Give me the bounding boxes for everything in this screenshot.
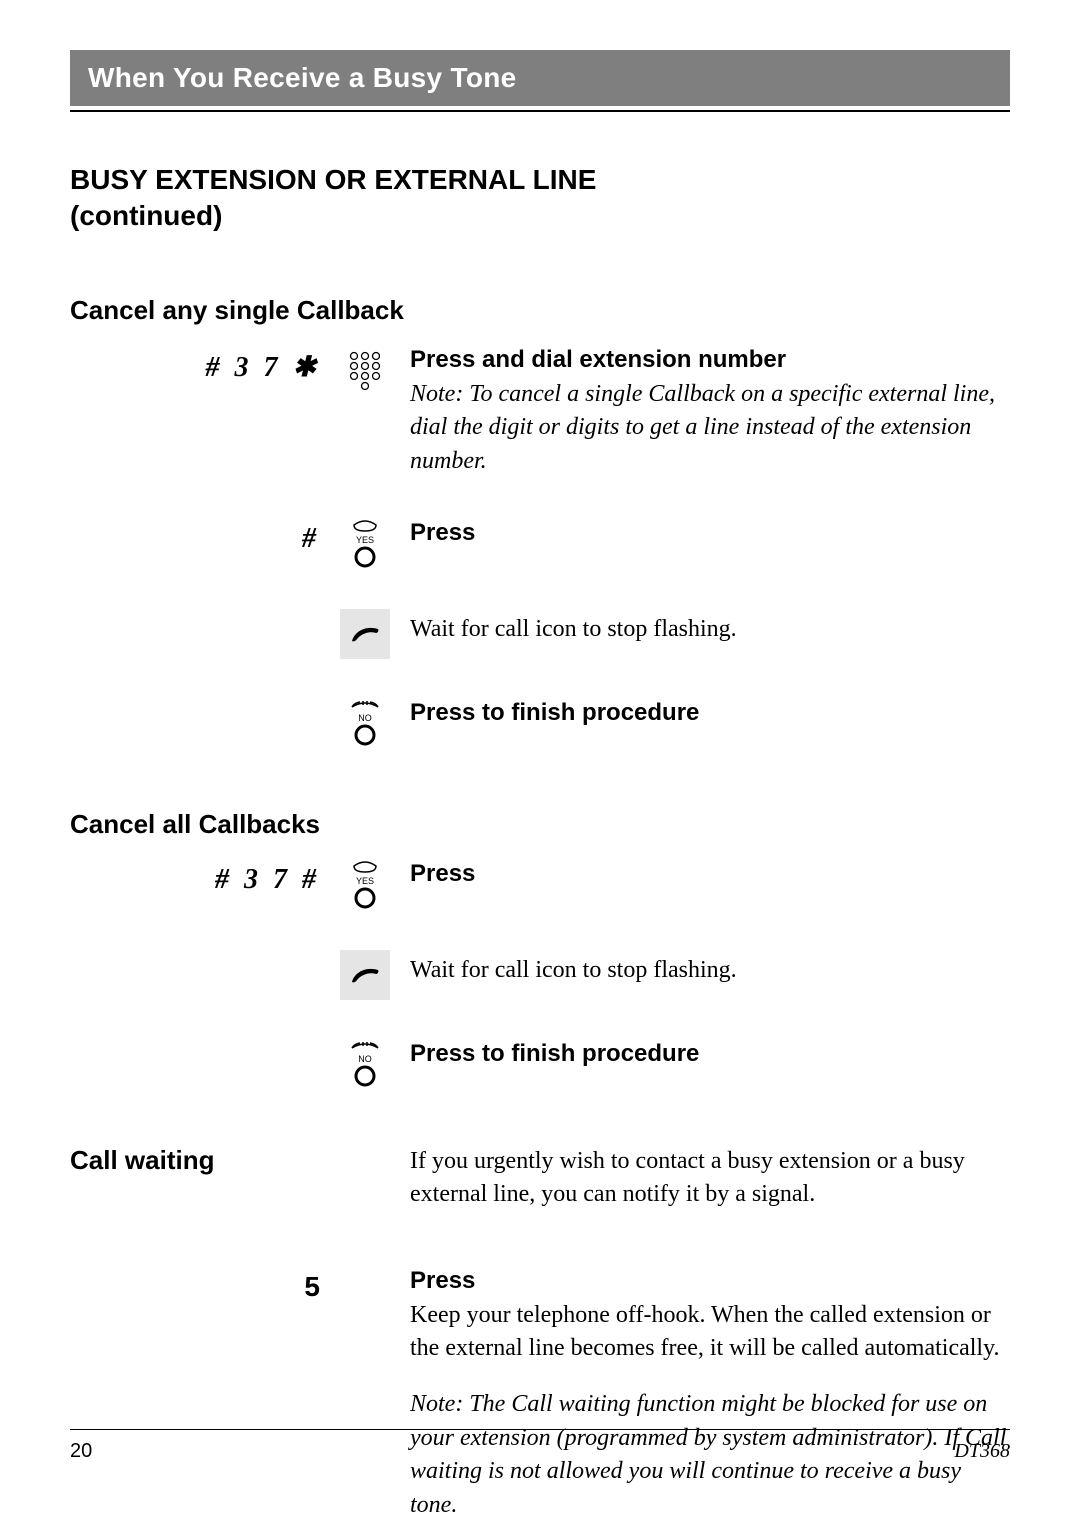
no-button-icon: NO [348,699,382,749]
page-number: 20 [70,1440,92,1463]
instruction-title: Press to finish procedure [410,699,1010,727]
right-col: Press Keep your telephone off-hook. When… [395,1267,1010,1523]
left-col: # [70,519,335,555]
instruction-title: Press [410,519,1010,547]
yes-label: YES [356,876,374,886]
right-col: If you urgently wish to contact a busy e… [395,1145,1010,1212]
call-waiting-row-1: 5 Press Keep your telephone off-hook. Wh… [70,1267,1010,1523]
cancel-single-heading: Cancel any single Callback [70,295,1010,326]
banner-title: When You Receive a Busy Tone [88,62,517,93]
icon-col: YES [335,519,395,569]
section-title-continued: (continued) [70,200,222,231]
right-col: Press to finish procedure [395,1040,1010,1068]
left-col: 5 [70,1267,335,1303]
instruction-body: Wait for call icon to stop flashing. [410,954,1010,988]
icon-col [335,609,395,659]
instruction-body: Wait for call icon to stop flashing. [410,613,1010,647]
keypad-icon [348,350,382,392]
cancel-all-heading: Cancel all Callbacks [70,809,1010,840]
section-title-main: BUSY EXTENSION OR EXTERNAL LINE [70,164,596,195]
cancel-all-row-1: # 3 7 # YES Press [70,860,1010,910]
left-col: # 3 7 # [70,860,335,896]
no-button-icon: NO [348,1040,382,1090]
icon-col [335,1145,395,1195]
section-title: BUSY EXTENSION OR EXTERNAL LINE (continu… [70,162,1010,235]
yes-label: YES [356,535,374,545]
no-label: NO [358,713,372,723]
cancel-all-row-2: Wait for call icon to stop flashing. [70,950,1010,1000]
right-col: Press [395,860,1010,888]
icon-col: YES [335,860,395,910]
icon-col [335,950,395,1000]
cancel-single-row-3: Wait for call icon to stop flashing. [70,609,1010,659]
call-waiting-heading: Call waiting [70,1145,335,1176]
left-col: # 3 7 ✱ [70,346,335,384]
cancel-single-row-4: NO Press to finish procedure [70,699,1010,749]
instruction-title: Press to finish procedure [410,1040,1010,1068]
handset-icon-bg [340,950,390,1000]
instruction-body: Keep your telephone off-hook. When the c… [410,1299,1010,1366]
keycode: # 3 7 # [215,864,320,896]
instruction-title: Press and dial extension number [410,346,1010,374]
cancel-single-row-1: # 3 7 ✱ Press and dial extension number … [70,346,1010,479]
call-waiting-intro: If you urgently wish to contact a busy e… [410,1145,1010,1212]
icon-col: NO [335,699,395,749]
right-col: Press [395,519,1010,547]
call-waiting-intro-row: Call waiting If you urgently wish to con… [70,1145,1010,1212]
page-footer: 20 DT368 [70,1429,1010,1463]
page: When You Receive a Busy Tone BUSY EXTENS… [0,0,1080,1533]
instruction-note: Note: To cancel a single Callback on a s… [410,378,1010,479]
yes-button-icon: YES [348,860,382,910]
model-label: DT368 [954,1440,1010,1463]
icon-col: NO [335,1040,395,1090]
yes-button-icon: YES [348,519,382,569]
right-col: Wait for call icon to stop flashing. [395,950,1010,988]
icon-col [335,346,395,396]
cancel-all-row-3: NO Press to finish procedure [70,1040,1010,1090]
no-label: NO [358,1054,372,1064]
keycode: # 3 7 ✱ [206,350,320,384]
cancel-single-row-2: # YES Press [70,519,1010,569]
right-col: Press and dial extension number Note: To… [395,346,1010,479]
handset-icon [348,964,382,986]
banner-underline [70,110,1010,112]
section-banner: When You Receive a Busy Tone [70,50,1010,106]
handset-icon-bg [340,609,390,659]
icon-col [335,1267,395,1317]
keycode: 5 [304,1271,320,1303]
handset-icon [348,623,382,645]
instruction-title: Press [410,860,1010,888]
instruction-title: Press [410,1267,1010,1295]
keycode: # [302,523,320,555]
right-col: Wait for call icon to stop flashing. [395,609,1010,647]
right-col: Press to finish procedure [395,699,1010,727]
